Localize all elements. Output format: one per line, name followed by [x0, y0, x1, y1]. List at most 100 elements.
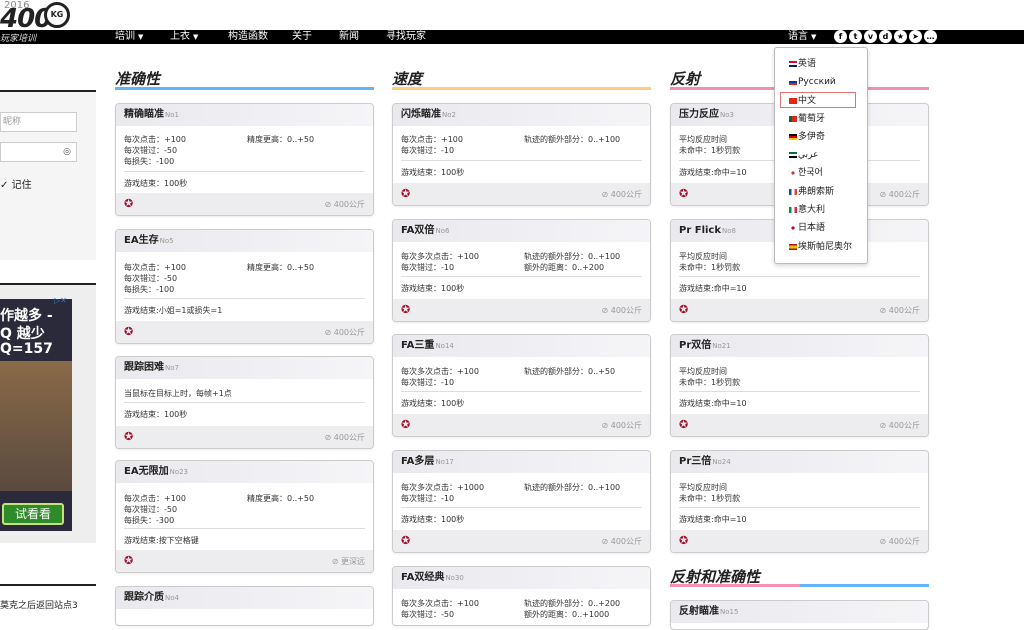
star-icon[interactable]: ★: [894, 30, 907, 43]
telegram-icon[interactable]: ➤: [909, 30, 922, 43]
divider: [679, 276, 920, 277]
language-menu-button[interactable]: 语言 ▼: [788, 30, 816, 44]
play-icon[interactable]: ✪: [124, 431, 136, 443]
card-header: FA多层No17: [393, 451, 650, 473]
card-number: No23: [169, 468, 189, 476]
card-number: No30: [445, 574, 464, 582]
play-icon[interactable]: ✪: [679, 419, 691, 431]
card-stat: 轨迹的额外部分：0..+100: [524, 483, 621, 492]
play-icon[interactable]: ✪: [679, 188, 691, 200]
card-stat: 未命中：1秒罚款: [679, 263, 741, 272]
play-icon[interactable]: ✪: [679, 535, 691, 547]
discord-icon[interactable]: d: [879, 30, 892, 43]
card-header: 跟踪介质No4: [116, 587, 373, 609]
card-distance: ⊘ 400公斤: [324, 433, 365, 442]
game-card[interactable]: FA双倍No6 每次多次点击：+100 每次错过：-10 轨迹的额外部分：0..…: [392, 219, 651, 322]
game-card[interactable]: 跟踪困难No7 当鼠标在目标上时，每帧+1点 游戏结束：100秒 ✪ ⊘ 400公…: [115, 356, 374, 449]
language-option-english[interactable]: 英语: [789, 56, 816, 72]
check-icon: ✓: [0, 180, 9, 191]
play-icon[interactable]: ✪: [401, 535, 413, 547]
card-header: Pr双倍No21: [671, 335, 928, 357]
nav-item-find-players[interactable]: 寻找玩家: [386, 30, 426, 44]
ad-choices-icon[interactable]: ▷✕: [54, 296, 67, 305]
remember-checkbox[interactable]: ✓ 记住: [0, 176, 32, 191]
play-icon[interactable]: ✪: [124, 326, 136, 338]
top-bar: 2016 400 KG 玩家培训 培训 ▼ 上衣 ▼ 构造函数 关于 新闻 寻找玩家…: [0, 0, 1024, 44]
play-icon[interactable]: ✪: [124, 555, 136, 567]
language-option-korean[interactable]: 한국어: [789, 165, 823, 181]
game-card[interactable]: FA多层No17 每次多次点击：+1000 每次错过：-10 轨迹的额外部分：0…: [392, 450, 651, 553]
language-option-portuguese[interactable]: 葡萄牙: [789, 111, 825, 127]
play-icon[interactable]: ✪: [679, 304, 691, 316]
game-card[interactable]: EA无限加No23 每次点击：+100 每次错过：-50 每损失：-300 精度…: [115, 460, 374, 573]
card-number: No24: [712, 458, 731, 466]
card-stat: 每次错过：-50: [124, 274, 178, 283]
section-underline: [670, 584, 800, 587]
ad-banner[interactable]: 作越多 - Q 越少 Q=157 试看看: [0, 283, 96, 543]
nav-item-about[interactable]: 关于: [292, 30, 312, 44]
game-card[interactable]: FA双经典No30 每次多次点击：+100 每次错过：-50 轨迹的额外部分：0…: [392, 566, 651, 626]
card-stat: 每次多次点击：+1000: [401, 483, 485, 492]
nav-item-news[interactable]: 新闻: [339, 30, 359, 44]
twitter-icon[interactable]: t: [849, 30, 862, 43]
game-card[interactable]: 精确瞄准No1 每次点击：+100 每次错过：-50 每损失：-100 精度更高…: [115, 103, 374, 216]
card-number: No3: [720, 111, 734, 119]
eye-slash-icon[interactable]: ◎: [63, 143, 71, 161]
nickname-field[interactable]: 昵称: [0, 112, 77, 132]
card-title: 精确瞄准: [124, 109, 164, 120]
card-stat: 每次多次点击：+100: [401, 367, 479, 376]
card-stat: 精度更高：0..+50: [247, 494, 315, 503]
password-field[interactable]: ◎: [0, 142, 77, 162]
language-option-arabic[interactable]: عربي: [789, 147, 818, 163]
game-card[interactable]: Pr三倍No24 平均反应时间 未命中：1秒罚款 游戏结束:命中=10 ✪ ⊘ 4…: [670, 450, 929, 553]
card-end-condition: 游戏结束：100秒: [401, 168, 465, 177]
play-icon[interactable]: ✪: [401, 419, 413, 431]
ad-cta-button[interactable]: 试看看: [2, 503, 64, 525]
facebook-icon[interactable]: f: [834, 30, 847, 43]
card-stat: 每次点击：+100: [401, 135, 463, 144]
card-end-condition: 游戏结束:命中=10: [679, 399, 747, 408]
card-end-condition: 游戏结束:命中=10: [679, 168, 747, 177]
divider: [401, 507, 642, 508]
more-icon[interactable]: …: [924, 30, 937, 43]
card-number: No7: [165, 364, 179, 372]
flag-icon: [789, 133, 797, 140]
game-card[interactable]: Pr双倍No21 平均反应时间 未命中：1秒罚款 游戏结束:命中=10 ✪ ⊘ 4…: [670, 334, 929, 437]
game-card[interactable]: FA三重No14 每次多次点击：+100 每次错过：-10 轨迹的额外部分：0.…: [392, 334, 651, 437]
section-underline: [800, 584, 929, 587]
nav-item-training[interactable]: 培训 ▼: [115, 30, 143, 44]
game-card[interactable]: 反射瞄准No15: [670, 600, 929, 630]
nav-item-apparel[interactable]: 上衣 ▼: [170, 30, 198, 44]
card-footer: ✪ ⊘ 400公斤: [116, 426, 373, 448]
card-header: FA双倍No6: [393, 220, 650, 242]
language-option-japanese[interactable]: 日本語: [789, 220, 825, 236]
card-distance: ⊘ 400公斤: [601, 190, 642, 199]
language-option-russian[interactable]: Русский: [789, 74, 836, 90]
play-icon[interactable]: ✪: [124, 198, 136, 210]
card-header: FA三重No14: [393, 335, 650, 357]
language-option-spanish[interactable]: 埃斯帕尼奥尔: [789, 239, 852, 255]
divider: [0, 584, 96, 586]
card-footer: ✪ ⊘ 400公斤: [393, 183, 650, 205]
nav-item-constructor[interactable]: 构造函数: [228, 30, 268, 44]
card-stat: 每次错过：-10: [401, 378, 455, 387]
game-card[interactable]: 跟踪介质No4: [115, 586, 374, 626]
flag-icon: [789, 243, 797, 250]
card-stat: 当鼠标在目标上时，每帧+1点: [124, 389, 232, 398]
language-option-german[interactable]: 多伊奇: [789, 129, 825, 145]
card-stat: 未命中：1秒罚款: [679, 494, 741, 503]
site-logo[interactable]: 2016 400 KG: [0, 0, 80, 34]
game-card[interactable]: EA生存No5 每次点击：+100 每次错过：-50 每损失：-100 精度更高…: [115, 229, 374, 344]
language-option-italian[interactable]: 意大利: [789, 202, 825, 218]
card-stat: 平均反应时间: [679, 483, 727, 492]
game-card[interactable]: 闪烁瞄准No2 每次点击：+100 每次错过：-10 轨迹的额外部分：0..+1…: [392, 103, 651, 206]
language-option-french[interactable]: 弗朗索斯: [789, 184, 834, 200]
play-icon[interactable]: ✪: [401, 188, 413, 200]
play-icon[interactable]: ✪: [401, 304, 413, 316]
language-option-chinese[interactable]: 中文: [780, 92, 856, 108]
card-stat: 每损失：-100: [124, 285, 175, 294]
vk-icon[interactable]: v: [864, 30, 877, 43]
card-number: No14: [435, 342, 454, 350]
card-stat: 轨迹的额外部分：0..+50: [524, 367, 616, 376]
card-header: Pr三倍No24: [671, 451, 928, 473]
